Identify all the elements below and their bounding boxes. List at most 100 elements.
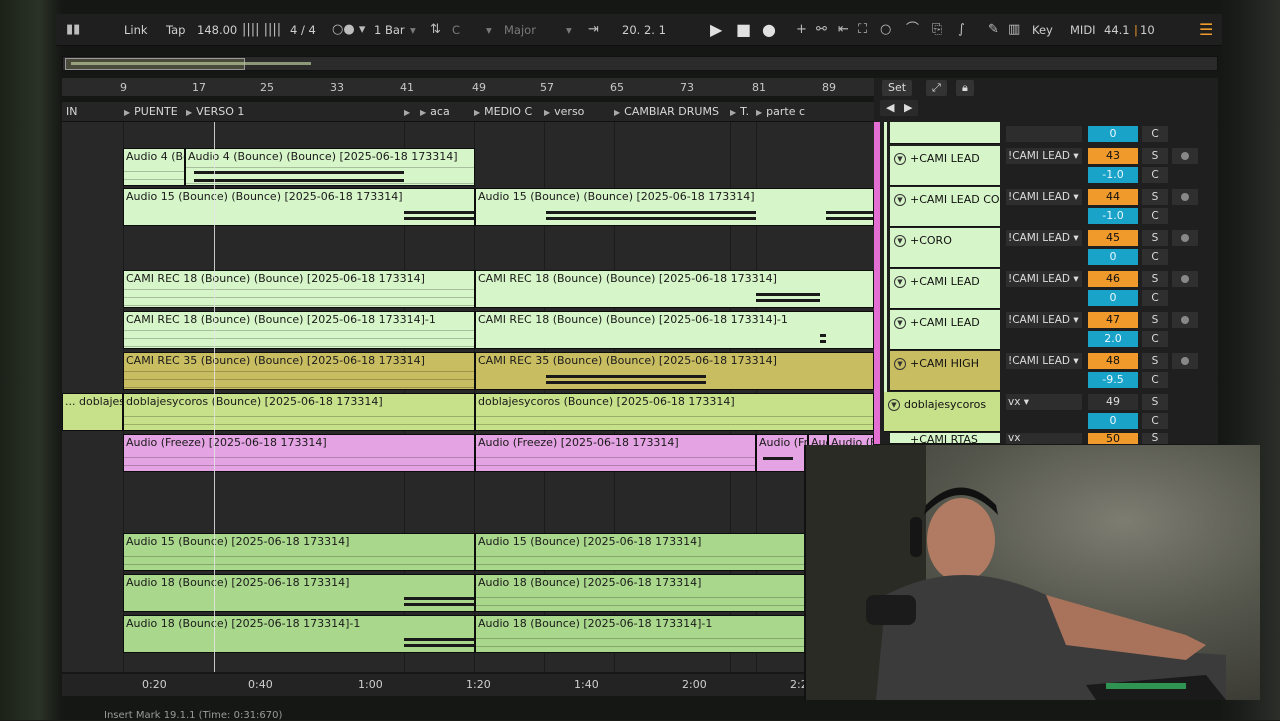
audio-clip[interactable]: CAMI REC 18 (Bounce) (Bounce) [2025-06-1…: [475, 270, 874, 308]
track-header[interactable]: +CAMI RTAS: [890, 433, 1000, 444]
pan-control[interactable]: C: [1142, 290, 1168, 306]
automation-arm-icon[interactable]: ⚯: [816, 14, 827, 46]
lock-icon[interactable]: 🔒︎: [956, 80, 974, 96]
audio-clip[interactable]: Audio 4 (Bo: [123, 148, 185, 186]
input-routing[interactable]: !CAMI LEAD ▾: [1006, 271, 1082, 287]
track-header[interactable]: ▼ +CAMI LEAD: [890, 269, 1000, 309]
locator-cambiar-drums[interactable]: ▶ CAMBIAR DRUMS: [614, 105, 719, 118]
audio-clip[interactable]: CAMI REC 35 (Bounce) (Bounce) [2025-06-1…: [475, 352, 874, 390]
audio-clip[interactable]: doblajesycoros (Bounce) [2025-06-18 1733…: [475, 393, 874, 431]
audio-clip[interactable]: Audio 4 (Bounce) (Bounce) [2025-06-18 17…: [185, 148, 475, 186]
key-map-button[interactable]: Key: [1032, 14, 1053, 46]
track-activator[interactable]: 49: [1088, 394, 1138, 410]
input-routing[interactable]: vx: [1006, 433, 1082, 444]
scroll-right-icon[interactable]: ▶: [898, 100, 919, 116]
audio-clip[interactable]: CAMI REC 18 (Bounce) (Bounce) [2025-06-1…: [123, 311, 475, 349]
add-icon[interactable]: +: [796, 14, 807, 46]
audio-clip[interactable]: ... doblajes: [62, 393, 123, 431]
back-to-arrangement-icon[interactable]: ⇤: [838, 14, 849, 46]
audio-clip[interactable]: Audio (Freeze) [2025-06-18 173314]: [475, 434, 756, 472]
track-header[interactable]: ▼ +CORO: [890, 228, 1000, 268]
follow-icon[interactable]: ⇅: [430, 14, 441, 46]
overview-toggle-icon[interactable]: ▮▮: [66, 14, 80, 46]
locator-aca[interactable]: ▶ aca: [420, 105, 450, 118]
audio-clip[interactable]: Audio 15 (Bounce) (Bounce) [2025-06-18 1…: [475, 188, 874, 226]
solo-button[interactable]: S: [1142, 230, 1168, 246]
arm-button[interactable]: [1172, 271, 1198, 287]
play-icon[interactable]: ▶: [710, 14, 722, 46]
quantize-dropdown[interactable]: 1 Bar: [374, 14, 405, 46]
audio-clip[interactable]: Audio (Fr: [756, 434, 808, 472]
midi-map-button[interactable]: MIDI: [1070, 14, 1096, 46]
pan-control[interactable]: C: [1142, 167, 1168, 183]
pan-control[interactable]: C: [1142, 413, 1168, 429]
audio-clip[interactable]: Audio 15 (Bounce) (Bounce) [2025-06-18 1…: [123, 188, 475, 226]
track-activator[interactable]: 47: [1088, 312, 1138, 328]
input-routing[interactable]: !CAMI LEAD ▾: [1006, 148, 1082, 164]
stop-icon[interactable]: ■: [736, 14, 751, 46]
pan-control[interactable]: C: [1142, 372, 1168, 388]
solo-button[interactable]: S: [1142, 394, 1168, 410]
fold-icon[interactable]: ▼: [894, 276, 906, 288]
input-routing[interactable]: [1006, 126, 1082, 142]
track-activator[interactable]: 44: [1088, 189, 1138, 205]
arm-button[interactable]: [1172, 353, 1198, 369]
arm-button[interactable]: [1172, 189, 1198, 205]
keyboard-icon[interactable]: ▥: [1008, 14, 1020, 46]
track-volume[interactable]: -1.0: [1088, 167, 1138, 183]
input-routing[interactable]: !CAMI LEAD ▾: [1006, 189, 1082, 205]
locator-verso[interactable]: ▶ verso: [544, 105, 584, 118]
envelope-icon[interactable]: ∫: [958, 14, 965, 46]
arm-button[interactable]: [1172, 230, 1198, 246]
input-routing[interactable]: !CAMI LEAD ▾: [1006, 230, 1082, 246]
track-activator[interactable]: 43: [1088, 148, 1138, 164]
track-volume[interactable]: 0: [1088, 413, 1138, 429]
fold-icon[interactable]: ▼: [894, 194, 906, 206]
arrangement-view[interactable]: Audio 4 (Bo Audio 4 (Bounce) (Bounce) [2…: [62, 122, 874, 672]
track-volume[interactable]: 0: [1088, 290, 1138, 306]
nudge-icon[interactable]: |||| ||||: [242, 14, 281, 46]
fold-icon[interactable]: ▼: [894, 317, 906, 329]
arm-button[interactable]: [1172, 148, 1198, 164]
audio-clip[interactable]: CAMI REC 18 (Bounce) (Bounce) [2025-06-1…: [123, 270, 475, 308]
track-activator[interactable]: 46: [1088, 271, 1138, 287]
audio-clip[interactable]: CAMI REC 35 (Bounce) (Bounce) [2025-06-1…: [123, 352, 475, 390]
capture-icon[interactable]: ⎘: [932, 14, 942, 46]
locator-in[interactable]: IN: [66, 105, 77, 118]
record-icon[interactable]: ●: [762, 14, 776, 46]
audio-clip[interactable]: Audio 18 (Bounce) [2025-06-18 173314]: [123, 574, 475, 612]
locator-puente[interactable]: ▶ PUENTE: [124, 105, 178, 118]
locator-parte-c[interactable]: ▶ parte c: [756, 105, 805, 118]
fold-icon[interactable]: ▼: [894, 153, 906, 165]
pan-control[interactable]: C: [1142, 249, 1168, 265]
draw-mode-icon[interactable]: ✎: [988, 14, 999, 46]
beat-time-ruler[interactable]: 9 17 25 33 41 49 57 65 73 81 89: [62, 78, 874, 96]
pan-control[interactable]: C: [1142, 208, 1168, 224]
solo-button[interactable]: S: [1142, 433, 1168, 444]
track-volume[interactable]: -9.5: [1088, 372, 1138, 388]
track-activator[interactable]: 50: [1088, 433, 1138, 444]
set-button[interactable]: Set: [882, 80, 913, 96]
solo-button[interactable]: S: [1142, 353, 1168, 369]
fold-icon[interactable]: ▼: [894, 358, 906, 370]
track-header[interactable]: ▼ doblajesycoros: [884, 392, 1000, 432]
audio-clip[interactable]: Audio 15 (Bounce) [2025-06-18 173314]: [123, 533, 475, 571]
fold-icon[interactable]: ▼: [894, 235, 906, 247]
track-activator[interactable]: 48: [1088, 353, 1138, 369]
track-volume[interactable]: 0: [1088, 126, 1138, 142]
punch-icon[interactable]: ⛶: [858, 14, 867, 46]
key-root-dropdown[interactable]: C: [452, 14, 460, 46]
solo-button[interactable]: S: [1142, 148, 1168, 164]
locator-t[interactable]: ▶ T.: [730, 105, 749, 118]
playhead-marker[interactable]: [214, 122, 215, 672]
scale-dropdown[interactable]: Major: [504, 14, 536, 46]
track-volume[interactable]: -1.0: [1088, 208, 1138, 224]
pan-control[interactable]: C: [1142, 126, 1168, 142]
audio-clip[interactable]: CAMI REC 18 (Bounce) (Bounce) [2025-06-1…: [475, 311, 874, 349]
menu-icon[interactable]: ☰: [1199, 14, 1213, 46]
arrangement-position-field[interactable]: 20. 2. 1: [622, 14, 666, 46]
locator-verso-1[interactable]: ▶ VERSO 1: [186, 105, 244, 118]
expand-icon[interactable]: ⤢: [926, 80, 947, 96]
curve-icon[interactable]: ⌒: [906, 14, 919, 46]
link-button[interactable]: Link: [124, 14, 148, 46]
